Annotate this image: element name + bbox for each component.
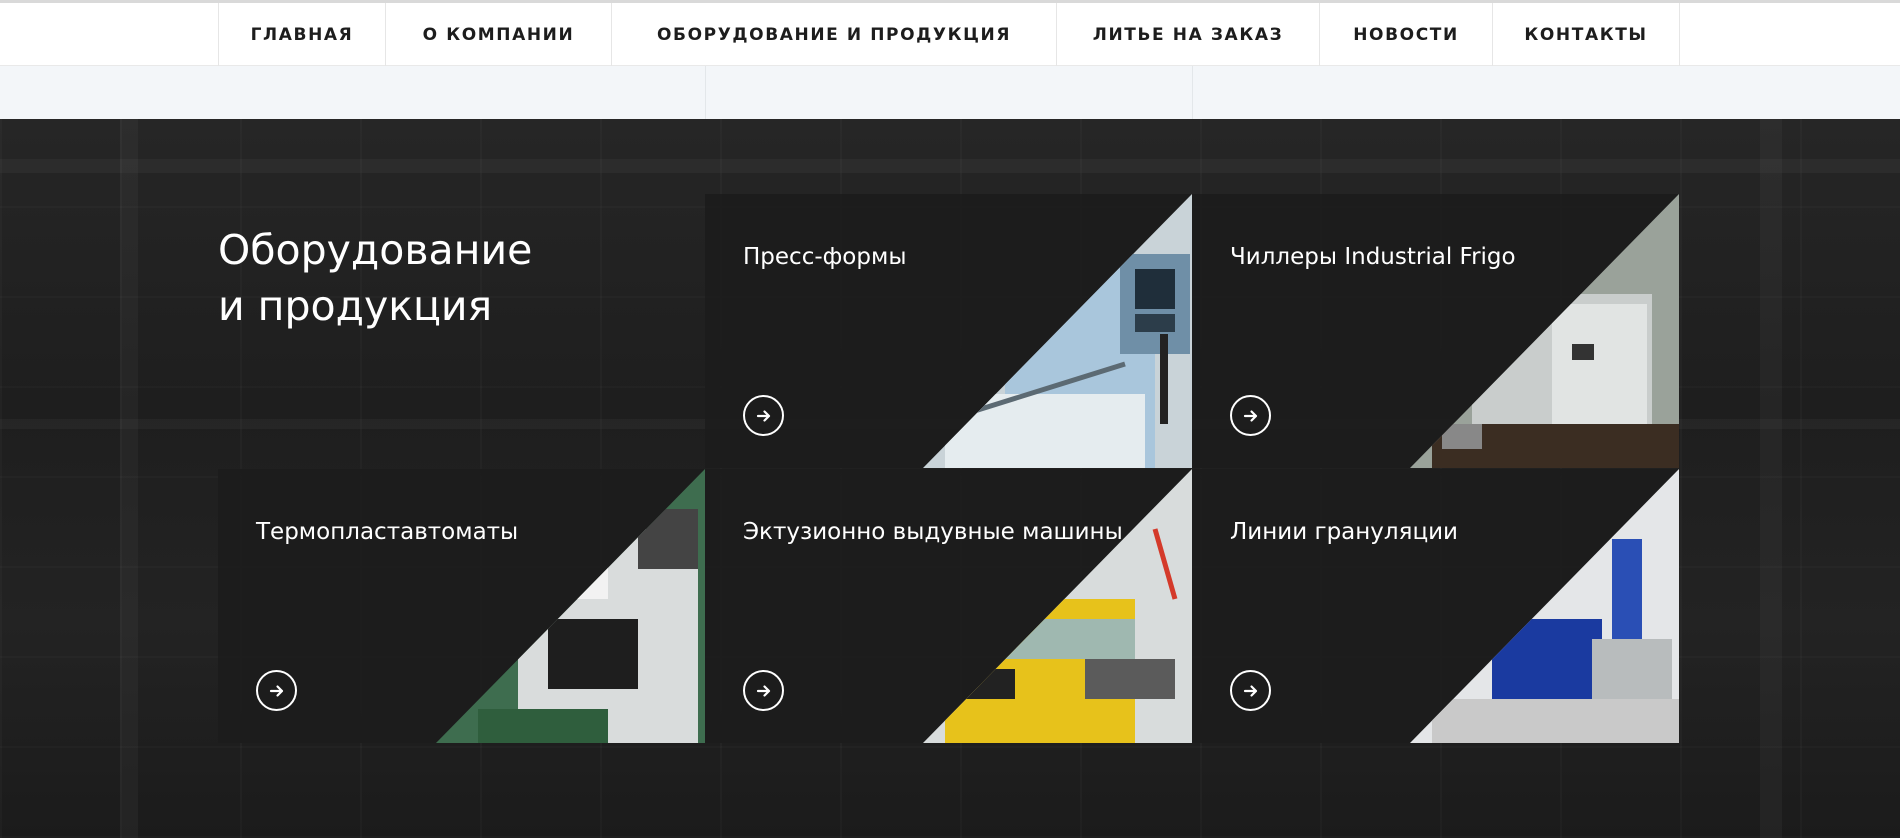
arrow-right-icon[interactable] <box>1230 395 1271 436</box>
background-beam <box>0 159 1900 173</box>
card-label: Эктузионно выдувные машины <box>743 519 1123 545</box>
section-title: Оборудование и продукция <box>218 222 532 334</box>
nav-item-equipment[interactable]: ОБОРУДОВАНИЕ И ПРОДУКЦИЯ <box>611 3 1056 66</box>
card-press-forms[interactable]: Пресс-формы <box>705 194 1192 468</box>
nav-item-home[interactable]: ГЛАВНАЯ <box>218 3 385 66</box>
nav-item-contacts[interactable]: КОНТАКТЫ <box>1492 3 1680 66</box>
card-label: Чиллеры Industrial Frigo <box>1230 244 1516 270</box>
main-navigation: ГЛАВНАЯ О КОМПАНИИ ОБОРУДОВАНИЕ И ПРОДУК… <box>0 3 1900 66</box>
arrow-right-icon[interactable] <box>1230 670 1271 711</box>
arrow-right-icon[interactable] <box>743 670 784 711</box>
card-label: Термопластавтоматы <box>256 519 519 545</box>
nav-item-casting[interactable]: ЛИТЬЕ НА ЗАКАЗ <box>1056 3 1319 66</box>
background-column <box>1760 119 1782 838</box>
section-title-line2: и продукция <box>218 282 493 330</box>
nav-item-news[interactable]: НОВОСТИ <box>1319 3 1492 66</box>
arrow-right-icon[interactable] <box>743 395 784 436</box>
background-column <box>120 119 138 838</box>
arrow-right-icon[interactable] <box>256 670 297 711</box>
section-title-line1: Оборудование <box>218 226 533 274</box>
card-injection-machines[interactable]: Термопластавтоматы <box>218 469 705 743</box>
sub-navigation-band <box>0 66 1900 119</box>
card-label: Пресс-формы <box>743 244 907 270</box>
card-label: Линии грануляции <box>1230 519 1459 545</box>
card-blow-molding[interactable]: Эктузионно выдувные машины <box>705 469 1192 743</box>
card-chillers[interactable]: Чиллеры Industrial Frigo <box>1192 194 1679 468</box>
nav-item-about[interactable]: О КОМПАНИИ <box>385 3 611 66</box>
card-granulation-lines[interactable]: Линии грануляции <box>1192 469 1679 743</box>
